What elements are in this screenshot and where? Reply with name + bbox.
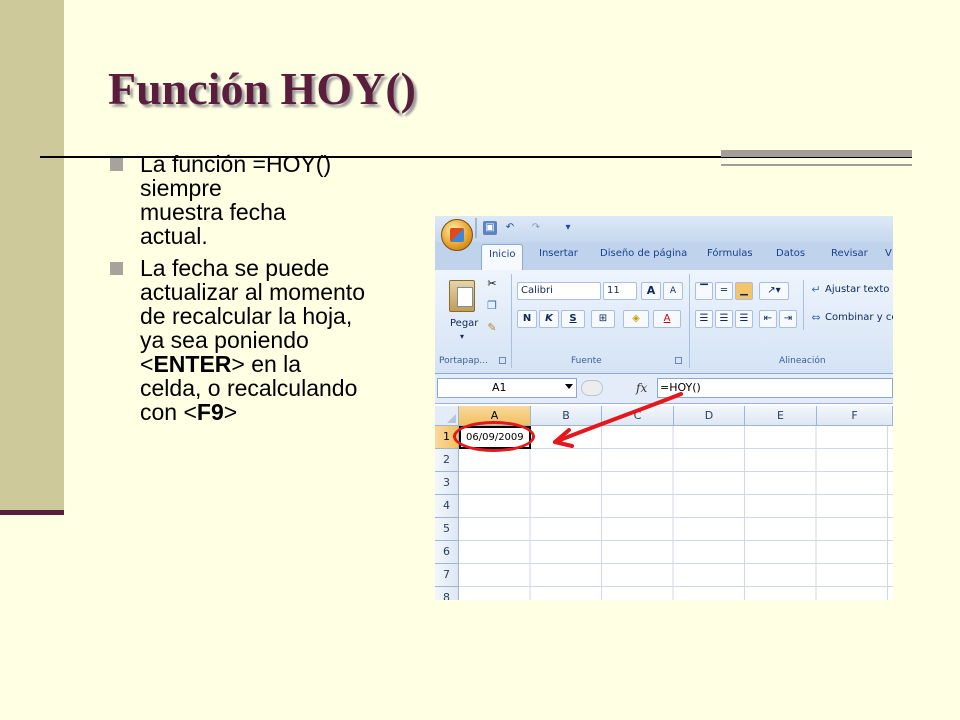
bullet-text-line: siempre	[140, 175, 222, 201]
title-rule-accent	[721, 150, 912, 166]
enter-key-text: ENTER	[153, 351, 232, 377]
slide-title: Función HOY()	[108, 63, 416, 114]
bullet-text-fragment: > en la	[231, 351, 302, 377]
office-button[interactable]	[441, 219, 473, 251]
bullet-text-line: actual.	[140, 223, 208, 249]
bullet-list: La función =HOY() siempre muestra fecha …	[110, 152, 440, 432]
bullet-text-line: La función =HOY()	[140, 151, 332, 177]
bullet-item: La función =HOY() siempre muestra fecha …	[110, 152, 440, 248]
excel-screenshot: ▣ ↶ ↷ ▾ Inicio Insertar Diseño de página…	[435, 216, 893, 600]
key-bracket-close: >	[223, 399, 238, 425]
bullet-item: La fecha se puede actualizar al momento …	[110, 256, 440, 424]
bullet-text-line: de recalcular la hoja,	[140, 303, 353, 329]
bullet-text-line: actualizar al momento	[140, 279, 365, 305]
bullet-text-line: celda, o recalculando	[140, 375, 358, 401]
bullet-text-fragment: con <	[140, 399, 197, 425]
left-decor-bar-foot	[0, 510, 64, 515]
bullet-text-line: <ENTER> en la	[140, 352, 440, 376]
bullet-square-icon	[110, 158, 123, 171]
highlight-arrow-icon	[553, 392, 683, 448]
f9-key-text: F9	[196, 399, 224, 425]
left-decor-bar	[0, 0, 64, 510]
bullet-square-icon	[110, 262, 123, 275]
bullet-text-line: muestra fecha	[140, 199, 286, 225]
key-bracket-open: <	[140, 351, 154, 377]
bullet-text-line: La fecha se puede	[140, 255, 330, 281]
bullet-text-line: ya sea poniendo	[140, 327, 309, 353]
office-logo-icon	[450, 228, 464, 242]
bullet-text-line: con <F9>	[140, 400, 440, 424]
